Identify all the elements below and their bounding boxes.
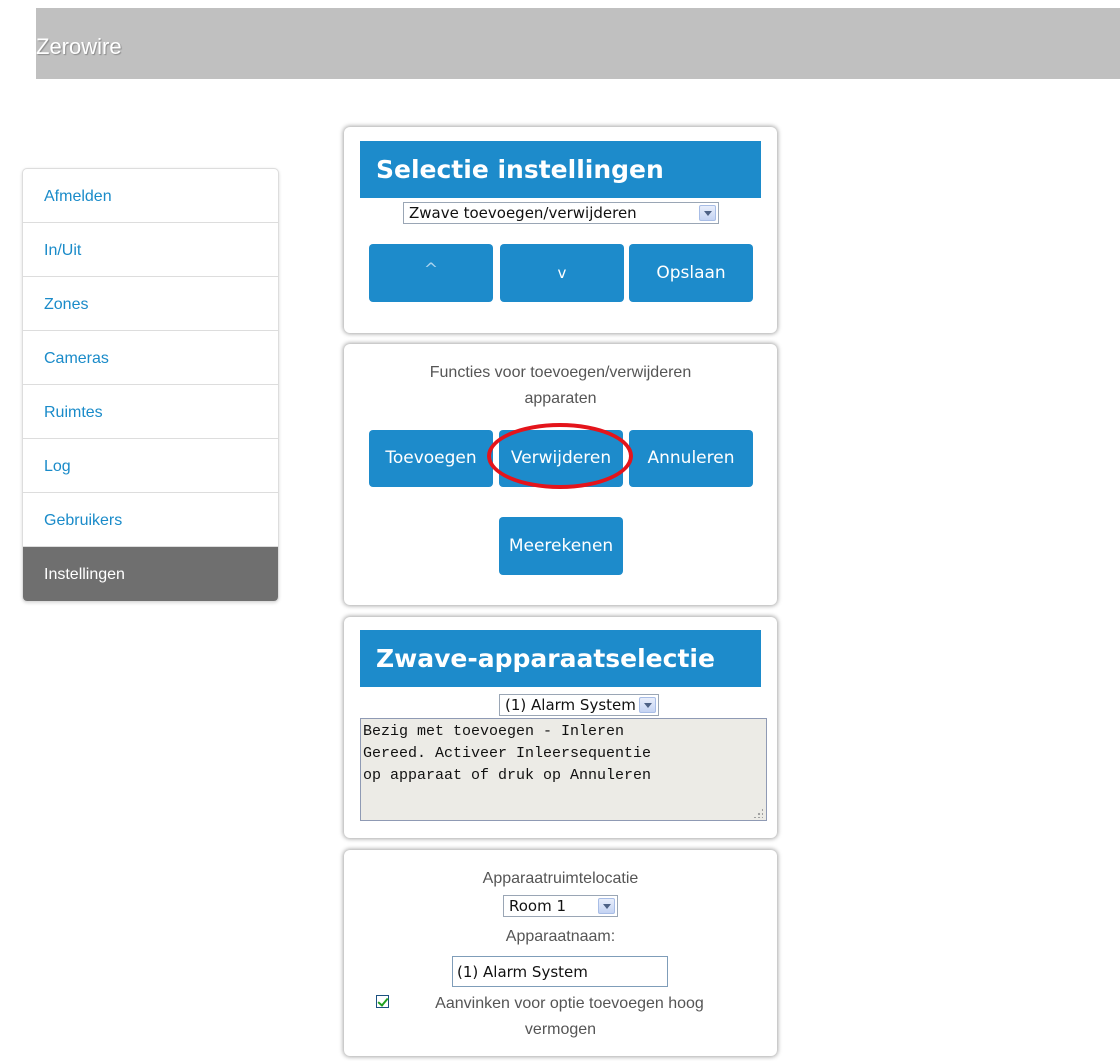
chevron-down-icon — [598, 898, 615, 914]
functions-description-line2: apparaten — [524, 390, 597, 407]
chevron-down-icon — [639, 697, 656, 713]
location-panel: Apparaatruimtelocatie Room 1 Apparaatnaa… — [344, 850, 777, 1056]
sidebar-item-afmelden[interactable]: Afmelden — [23, 169, 278, 223]
sidebar-item-cameras[interactable]: Cameras — [23, 331, 278, 385]
up-button[interactable]: ^ — [369, 244, 493, 302]
device-select-value: (1) Alarm System — [505, 696, 636, 714]
sidebar-item-zones[interactable]: Zones — [23, 277, 278, 331]
high-power-label-line1: Aanvinken voor optie toevoegen hoog — [435, 995, 704, 1012]
functions-panel: Functies voor toevoegen/verwijderen appa… — [344, 344, 777, 605]
down-button[interactable]: v — [500, 244, 624, 302]
room-select-value: Room 1 — [509, 897, 567, 915]
chevron-down-icon — [699, 205, 716, 221]
add-button-label: Toevoegen — [385, 448, 477, 468]
device-selection-heading: Zwave-apparaatselectie — [360, 630, 761, 687]
status-textarea[interactable]: Bezig met toevoegen - Inleren Gereed. Ac… — [360, 718, 767, 821]
sidebar-item-gebruikers[interactable]: Gebruikers — [23, 493, 278, 547]
room-select[interactable]: Room 1 — [503, 895, 618, 917]
high-power-label-line2: vermogen — [524, 1021, 597, 1038]
device-selection-panel: Zwave-apparaatselectie (1) Alarm System … — [344, 617, 777, 838]
cancel-button-label: Annuleren — [647, 448, 735, 468]
device-select[interactable]: (1) Alarm System — [499, 694, 659, 716]
functions-description-line1: Functies voor toevoegen/verwijderen — [429, 364, 692, 381]
down-button-label: v — [557, 264, 567, 282]
count-button[interactable]: Meerekenen — [499, 517, 623, 575]
add-button[interactable]: Toevoegen — [369, 430, 493, 487]
save-button-label: Opslaan — [656, 263, 726, 283]
app-header: Zerowire — [36, 8, 1120, 79]
sidebar-item-in-uit[interactable]: In/Uit — [23, 223, 278, 277]
high-power-checkbox-label: Aanvinken voor optie toevoegen hoog verm… — [344, 991, 777, 1043]
functions-description: Functies voor toevoegen/verwijderen appa… — [344, 360, 777, 412]
count-button-label: Meerekenen — [508, 536, 614, 556]
app-title: Zerowire — [36, 34, 122, 59]
sidebar-item-instellingen[interactable]: Instellingen — [23, 547, 278, 601]
remove-button[interactable]: Verwijderen — [499, 430, 623, 487]
settings-select-value: Zwave toevoegen/verwijderen — [409, 204, 637, 222]
device-name-input[interactable]: (1) Alarm System — [452, 956, 668, 987]
remove-button-label: Verwijderen — [510, 448, 612, 468]
cancel-button[interactable]: Annuleren — [629, 430, 753, 487]
up-button-label: ^ — [423, 260, 439, 280]
save-button[interactable]: Opslaan — [629, 244, 753, 302]
sidebar-item-log[interactable]: Log — [23, 439, 278, 493]
settings-selection-panel: Selectie instellingen Zwave toevoegen/ve… — [344, 127, 777, 333]
settings-selection-heading: Selectie instellingen — [360, 141, 761, 198]
device-name-label: Apparaatnaam: — [505, 928, 616, 945]
sidebar-nav: Afmelden In/Uit Zones Cameras Ruimtes Lo… — [22, 168, 279, 602]
sidebar-item-ruimtes[interactable]: Ruimtes — [23, 385, 278, 439]
settings-select[interactable]: Zwave toevoegen/verwijderen — [403, 202, 719, 224]
room-label: Apparaatruimtelocatie — [482, 870, 639, 887]
